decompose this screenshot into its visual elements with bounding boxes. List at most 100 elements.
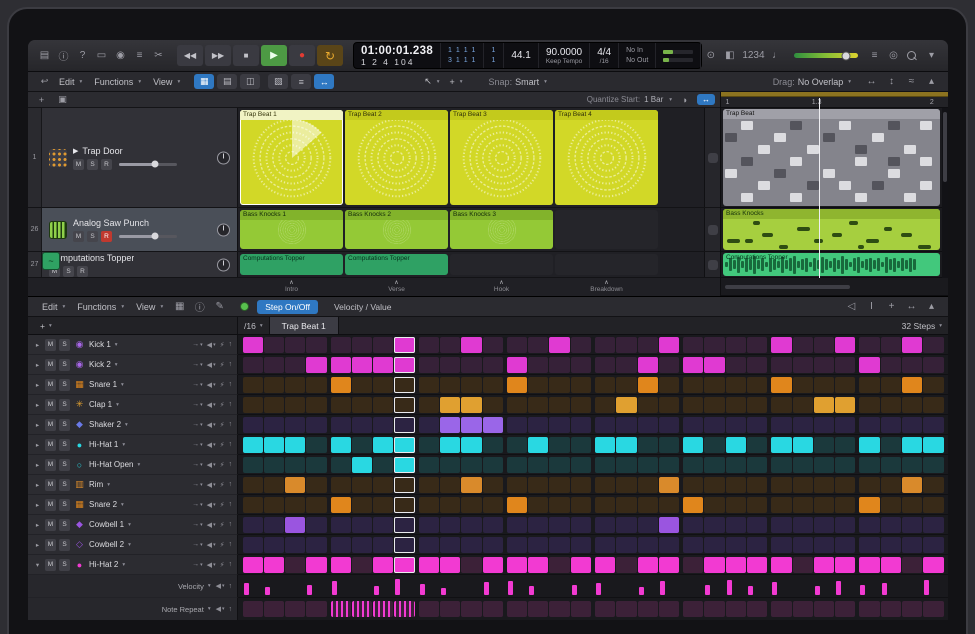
pattern-tab[interactable]: Trap Beat 1 (269, 317, 339, 334)
step-cell[interactable] (373, 337, 393, 353)
step-cell[interactable] (528, 437, 548, 453)
step-cell[interactable] (859, 437, 879, 453)
step-cell[interactable] (394, 337, 414, 353)
row-solo-button[interactable]: S (59, 379, 70, 391)
track-volume-slider[interactable] (119, 235, 177, 238)
step-cell[interactable] (461, 357, 481, 373)
step-cell[interactable] (859, 517, 879, 533)
subrow-monitor-menu[interactable]: ◀▾ (216, 582, 225, 590)
expand-row-icon[interactable]: ▸ (33, 481, 42, 489)
scrollbar-thumb[interactable] (943, 112, 947, 182)
step-cell[interactable] (659, 537, 679, 553)
velocity-bar[interactable] (771, 577, 791, 596)
velocity-bar[interactable] (285, 577, 305, 596)
scene-trigger-intro[interactable]: ∧Intro (240, 278, 343, 296)
command-tool-menu[interactable]: +▾ (450, 77, 463, 87)
velocity-bar[interactable] (507, 577, 527, 596)
step-cell[interactable] (616, 537, 636, 553)
velocity-bar[interactable] (638, 577, 658, 596)
step-cell[interactable] (483, 477, 503, 493)
row-bolt-icon[interactable]: ⚡ (220, 501, 225, 509)
step-cell[interactable] (638, 397, 658, 413)
step-cell[interactable] (352, 377, 372, 393)
step-cell[interactable] (923, 377, 943, 393)
step-cell[interactable] (881, 357, 901, 373)
grid-options-button[interactable]: ▣ (54, 92, 71, 108)
track-header[interactable]: Analog Saw PunchMSR (42, 208, 238, 251)
row-name-menu[interactable]: Hi-Hat Open▾ (89, 460, 189, 469)
step-cell[interactable] (835, 557, 855, 573)
loop-cell-computations-topper[interactable]: Computations Topper (240, 254, 343, 275)
step-cell[interactable] (704, 497, 724, 513)
step-cell[interactable] (461, 477, 481, 493)
note-repeat-cell[interactable] (419, 601, 439, 617)
row-mute-button[interactable]: M (45, 419, 56, 431)
row-mute-button[interactable]: M (45, 459, 56, 471)
expand-row-icon[interactable]: ▸ (33, 341, 42, 349)
step-cell[interactable] (285, 537, 305, 553)
step-cell[interactable] (726, 377, 746, 393)
step-cell[interactable] (331, 477, 351, 493)
step-cell[interactable] (771, 357, 791, 373)
step-cell[interactable] (461, 457, 481, 473)
step-cell[interactable] (595, 537, 615, 553)
row-assign-menu[interactable]: →▾ (192, 361, 203, 368)
step-cell[interactable] (306, 457, 326, 473)
collapse-row-icon[interactable]: ▾ (33, 561, 42, 569)
note-repeat-cell[interactable] (306, 601, 326, 617)
step-cell[interactable] (331, 557, 351, 573)
drag-menu[interactable]: Drag: No Overlap ▾ (773, 77, 851, 87)
velocity-bar[interactable] (264, 577, 284, 596)
grid-divider-button[interactable] (708, 153, 718, 163)
step-cell[interactable] (440, 497, 460, 513)
expand-row-icon[interactable]: ▸ (33, 421, 42, 429)
note-repeat-cell[interactable] (616, 601, 636, 617)
note-repeat-cell[interactable] (528, 601, 548, 617)
step-cell[interactable] (659, 557, 679, 573)
row-assign-menu[interactable]: →▾ (192, 541, 203, 548)
empty-cell[interactable] (555, 254, 658, 275)
velocity-bar[interactable] (902, 577, 922, 596)
step-cell[interactable] (373, 497, 393, 513)
step-cell[interactable] (835, 357, 855, 373)
step-cell[interactable] (306, 337, 326, 353)
row-bolt-icon[interactable]: ⚡ (220, 381, 225, 389)
row-mute-button[interactable]: M (45, 379, 56, 391)
mixer-icon[interactable]: ≡ (131, 48, 148, 64)
row-assign-menu[interactable]: →▾ (192, 561, 203, 568)
row-octave-icon[interactable]: ↑ (229, 341, 233, 348)
row-bolt-icon[interactable]: ⚡ (220, 481, 225, 489)
step-cell[interactable] (571, 517, 591, 533)
step-cell[interactable] (793, 557, 813, 573)
master-volume-slider[interactable] (794, 53, 858, 58)
step-cell[interactable] (835, 537, 855, 553)
step-cell[interactable] (331, 377, 351, 393)
step-cell[interactable] (394, 437, 414, 453)
step-cell[interactable] (419, 437, 439, 453)
step-cell[interactable] (726, 517, 746, 533)
control-bar-chevron-icon[interactable]: ▾ (923, 48, 940, 64)
step-cell[interactable] (881, 537, 901, 553)
step-cell[interactable] (793, 417, 813, 433)
menu-functions[interactable]: Functions▾ (77, 302, 124, 312)
step-cell[interactable] (923, 337, 943, 353)
lcd-tempo[interactable]: 90.0000 (546, 47, 582, 58)
loop-cell-bass-knocks-2[interactable]: Bass Knocks 2 (345, 210, 448, 249)
subrow-label[interactable]: Velocity▾ (178, 582, 211, 591)
step-cell[interactable] (793, 377, 813, 393)
pattern-length-menu[interactable]: 32 Steps▾ (896, 321, 948, 331)
step-cell[interactable] (264, 357, 284, 373)
step-cell[interactable] (814, 517, 834, 533)
loop-cell-bass-knocks-1[interactable]: Bass Knocks 1 (240, 210, 343, 249)
row-solo-button[interactable]: S (59, 559, 70, 571)
step-cell[interactable] (659, 497, 679, 513)
step-cell[interactable] (352, 497, 372, 513)
step-cell[interactable] (528, 517, 548, 533)
step-cell[interactable] (835, 497, 855, 513)
row-mute-button[interactable]: M (45, 479, 56, 491)
lcd-sample-rate[interactable]: 44.1 (511, 50, 530, 61)
cycle-button[interactable]: ↻ (317, 45, 343, 66)
step-cell[interactable] (528, 337, 548, 353)
row-bolt-icon[interactable]: ⚡ (220, 401, 225, 409)
lcd-time-signature[interactable]: 4/4 (597, 47, 611, 58)
